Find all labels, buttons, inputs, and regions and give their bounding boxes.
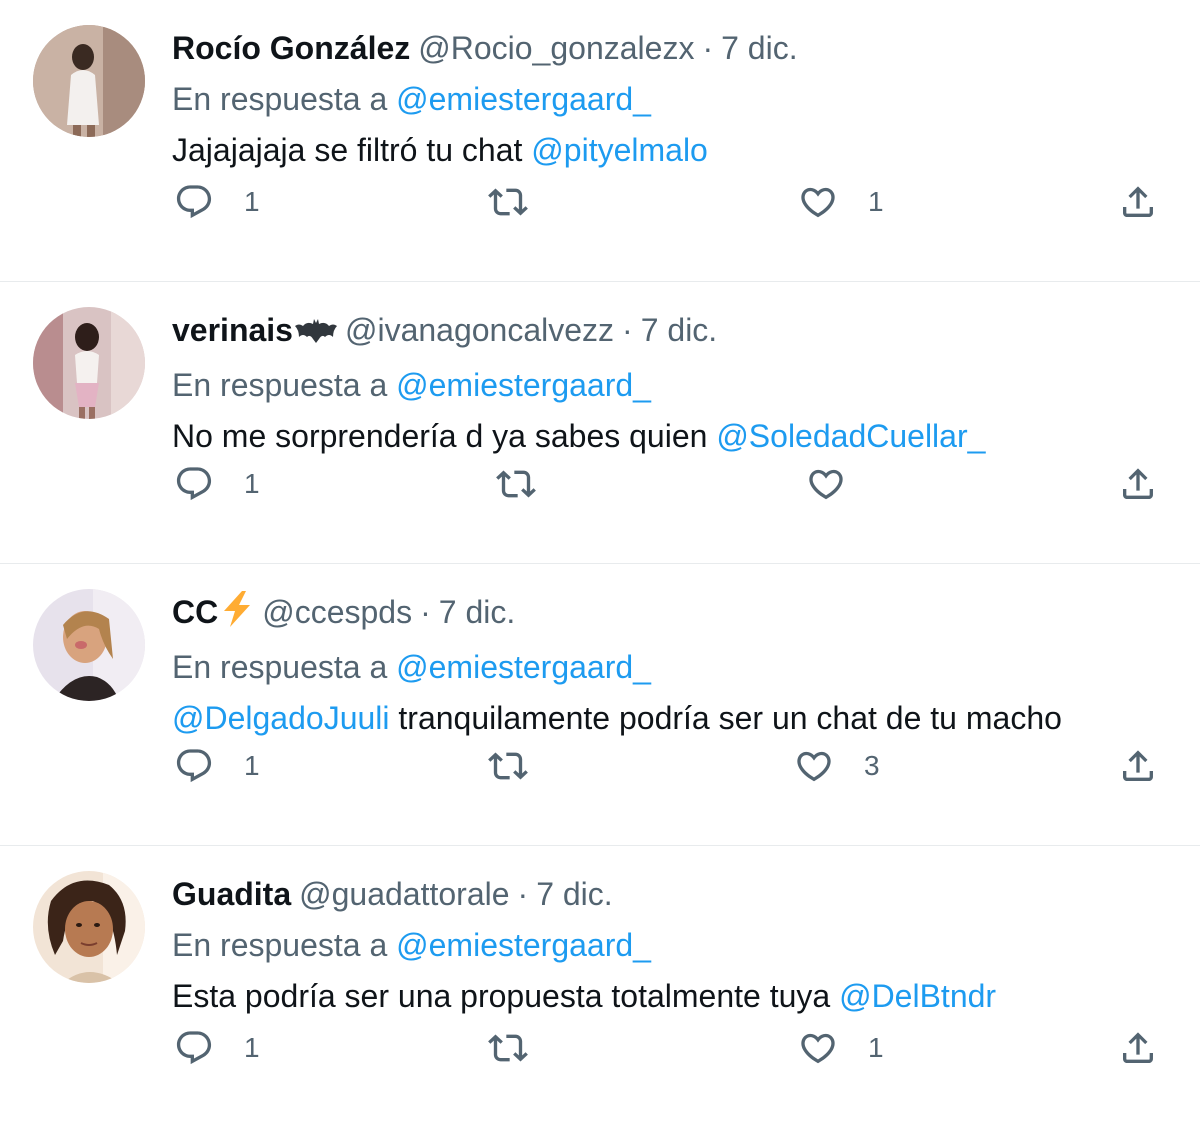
heart-icon [801,187,835,218]
speech-bubble-icon [176,1031,212,1065]
retweet-arrows-icon [488,188,528,216]
body-mention[interactable]: @pityelmalo [531,132,708,168]
action-bar: 1 1 [172,1026,1162,1070]
retweet-arrows-icon [488,752,528,780]
avatar[interactable] [33,307,145,419]
share-upload-icon [1123,186,1153,217]
user-handle[interactable]: @ccespds [262,594,412,630]
tweet-text: Esta podría ser una propuesta totalmente… [172,974,1160,1018]
tweet-item[interactable]: CC @ccespds · 7 dic. En respuesta a @emiest… [0,564,1200,846]
reply-count: 1 [244,468,260,499]
body-mention[interactable]: @SoledadCuellar_ [716,418,985,454]
tweet-date[interactable]: 7 dic. [536,876,612,912]
tweet-text: @DelgadoJuuli tranquilamente podría ser … [172,696,1160,740]
bat-emoji-icon [294,312,337,356]
reply-prefix: En respuesta a [172,927,388,963]
tweet-text: Jajajajaja se filtró tu chat @pityelmalo [172,128,1160,172]
dot-separator: · [517,876,529,912]
reply-prefix: En respuesta a [172,367,388,403]
speech-bubble-icon [176,467,212,501]
retweet-arrows-icon [488,1034,528,1062]
display-name[interactable]: Rocío González [172,30,410,66]
tweet-body: tranquilamente podría ser un chat de tu … [389,700,1062,736]
tweet-body: No me sorprendería d ya sabes quien [172,418,717,454]
action-bar: 1 [172,462,1162,506]
heart-icon [797,751,831,782]
share-button[interactable] [1118,180,1158,224]
reply-to-mention[interactable]: @emiestergaard_ [396,927,651,963]
heart-icon [801,1033,835,1064]
user-handle[interactable]: @guadattorale [299,876,509,912]
display-name[interactable]: Guadita [172,876,291,912]
reply-feed: Rocío González @Rocio_gonzalezx · 7 dic. En… [0,0,1200,1128]
tweet-body: Jajajajaja se filtró tu chat [172,132,532,168]
body-mention[interactable]: @DelBtndr [839,978,996,1014]
avatar[interactable] [33,871,145,983]
heart-icon [809,469,843,500]
tweet-date[interactable]: 7 dic. [721,30,797,66]
tweet-text: No me sorprendería d ya sabes quien @Sol… [172,414,1160,458]
reply-count: 1 [244,186,260,217]
user-handle[interactable]: @ivanagoncalvezz [345,312,614,348]
tweet-item[interactable]: Rocío González @Rocio_gonzalezx · 7 dic. En… [0,0,1200,282]
share-upload-icon [1123,468,1153,499]
like-count: 3 [864,750,880,781]
like-button[interactable]: 3 [794,744,880,788]
retweet-button[interactable] [488,1026,558,1070]
reply-count: 1 [244,1032,260,1063]
action-bar: 1 3 [172,744,1162,788]
share-upload-icon [1123,750,1153,781]
speech-bubble-icon [176,185,212,219]
like-button[interactable]: 1 [798,180,884,224]
reply-to-mention[interactable]: @emiestergaard_ [396,367,651,403]
dot-separator: · [622,312,633,348]
reply-button[interactable]: 1 [174,1026,260,1070]
dot-separator: · [702,30,714,66]
share-button[interactable] [1118,744,1158,788]
lightning-emoji-icon [220,591,254,638]
reply-button[interactable]: 1 [174,180,260,224]
reply-prefix: En respuesta a [172,649,388,685]
reply-count: 1 [244,750,260,781]
like-count: 1 [868,1032,884,1063]
reply-to-mention[interactable]: @emiestergaard_ [396,81,651,117]
tweet-item[interactable]: Guadita @guadattorale · 7 dic. En respuesta… [0,846,1200,1128]
like-button[interactable] [806,462,876,506]
speech-bubble-icon [176,749,212,783]
retweet-button[interactable] [488,744,558,788]
retweet-button[interactable] [496,462,566,506]
reply-button[interactable]: 1 [174,462,260,506]
action-bar: 1 1 [172,180,1162,224]
display-name[interactable]: CC [172,594,218,630]
tweet-date[interactable]: 7 dic. [641,312,717,348]
avatar[interactable] [33,25,145,137]
dot-separator: · [420,594,431,630]
tweet-body: Esta podría ser una propuesta totalmente… [172,978,840,1014]
reply-button[interactable]: 1 [174,744,260,788]
tweet-item[interactable]: verinais @ivanagoncalvezz · 7 dic. En respu… [0,282,1200,564]
retweet-button[interactable] [488,180,558,224]
share-upload-icon [1123,1032,1153,1063]
retweet-arrows-icon [496,470,536,498]
avatar[interactable] [33,589,145,701]
reply-prefix: En respuesta a [172,81,388,117]
reply-to-mention[interactable]: @emiestergaard_ [396,649,651,685]
share-button[interactable] [1118,1026,1158,1070]
display-name[interactable]: verinais [172,312,293,348]
like-count: 1 [868,186,884,217]
share-button[interactable] [1118,462,1158,506]
tweet-date[interactable]: 7 dic. [439,594,515,630]
like-button[interactable]: 1 [798,1026,884,1070]
body-mention[interactable]: @DelgadoJuuli [172,700,390,736]
user-handle[interactable]: @Rocio_gonzalezx [418,30,694,66]
